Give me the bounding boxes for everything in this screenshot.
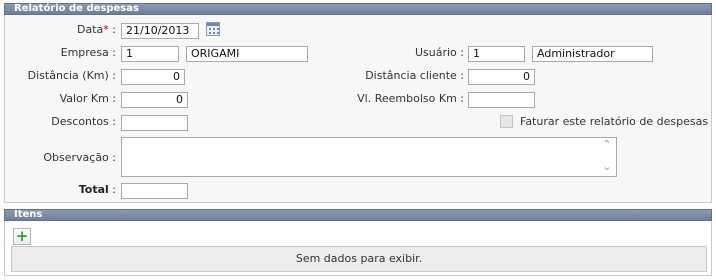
- valor-km-field[interactable]: 0: [121, 92, 188, 108]
- empty-message-text: Sem dados para exibir.: [295, 252, 423, 265]
- observacao-label: Observação :: [43, 151, 116, 164]
- descontos-field[interactable]: [121, 115, 188, 131]
- descontos-label: Descontos :: [51, 115, 116, 128]
- calendar-icon[interactable]: [206, 22, 220, 36]
- total-label: Total :: [78, 183, 116, 196]
- distancia-field[interactable]: 0: [121, 69, 185, 85]
- total-label-text: Total: [78, 183, 109, 196]
- required-asterisk: *: [103, 23, 109, 36]
- items-panel-header: Ítens: [4, 209, 712, 221]
- items-panel-title: Ítens: [14, 209, 43, 220]
- usuario-label: Usuário :: [414, 46, 464, 59]
- distancia-cliente-label: Distância cliente :: [365, 69, 464, 82]
- empresa-label: Empresa :: [60, 46, 116, 59]
- scroll-up-icon[interactable]: ⌃: [601, 139, 613, 150]
- distancia-label: Distância (Km) :: [27, 69, 116, 82]
- usuario-name-field[interactable]: Administrador: [532, 46, 653, 62]
- usuario-code-field[interactable]: 1: [468, 46, 525, 62]
- faturar-checkbox[interactable]: [500, 115, 513, 128]
- distancia-cliente-field[interactable]: 0: [468, 69, 535, 85]
- empresa-code-field[interactable]: 1: [121, 46, 179, 62]
- date-label: Data* :: [77, 23, 116, 36]
- empty-grid-message: Sem dados para exibir.: [11, 246, 707, 272]
- reembolso-field[interactable]: [468, 92, 535, 108]
- report-panel-title: Relatório de despesas: [14, 3, 139, 14]
- add-item-button[interactable]: +: [13, 228, 31, 245]
- plus-icon: +: [15, 227, 29, 245]
- date-field[interactable]: 21/10/2013: [121, 23, 199, 39]
- empresa-name-field[interactable]: ORIGAMI: [186, 46, 308, 62]
- reembolso-label: Vl. Reembolso Km :: [357, 92, 464, 105]
- observacao-textarea[interactable]: ⌃ ⌄: [121, 137, 617, 177]
- report-panel-body: Data* : 21/10/2013 Empresa : 1 ORIGAMI U…: [4, 15, 712, 203]
- faturar-label: Faturar este relatório de despesas: [520, 115, 709, 128]
- report-panel-header: Relatório de despesas: [4, 3, 712, 15]
- valor-km-label: Valor Km :: [59, 92, 116, 105]
- total-field[interactable]: [121, 183, 188, 199]
- scroll-down-icon[interactable]: ⌄: [601, 161, 613, 172]
- date-label-text: Data: [77, 23, 104, 36]
- items-panel-body: + Sem dados para exibir.: [4, 221, 712, 276]
